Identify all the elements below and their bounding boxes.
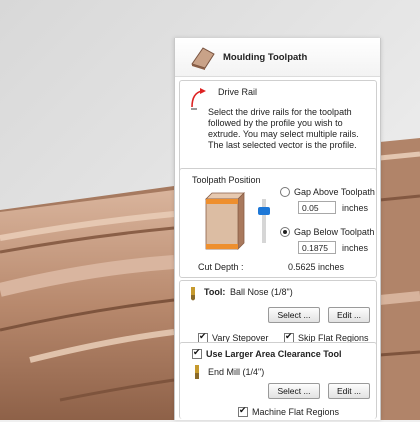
gap-below-radio[interactable] <box>280 227 290 237</box>
clearance-tool-name: End Mill (1/4") <box>208 367 265 377</box>
gap-above-units: inches <box>342 203 369 213</box>
material-block-icon <box>205 192 245 250</box>
tool-select-button[interactable]: Select ... <box>268 307 320 323</box>
gap-above-input[interactable]: 0.05 <box>298 201 336 214</box>
clearance-edit-button[interactable]: Edit ... <box>328 383 370 399</box>
cut-depth-value: 0.5625 inches <box>288 262 345 272</box>
panel-title-bar: Moulding Toolpath <box>175 38 380 77</box>
gap-below-units: inches <box>342 243 369 253</box>
larger-clearance-label: Use Larger Area Clearance Tool <box>206 349 342 359</box>
moulding-toolpath-icon <box>191 47 215 70</box>
moulding-toolpath-panel: Moulding Toolpath Drive Rail Select the … <box>174 38 381 420</box>
position-slider-handle[interactable] <box>258 207 270 215</box>
clearance-select-button[interactable]: Select ... <box>268 383 320 399</box>
drive-rail-heading: Drive Rail <box>218 87 258 97</box>
tool-edit-button[interactable]: Edit ... <box>328 307 370 323</box>
position-slider-track[interactable] <box>262 199 266 243</box>
tool-label: Tool: <box>204 287 226 297</box>
description-line: The last selected vector is the profile. <box>208 140 357 150</box>
machine-flat-regions-label: Machine Flat Regions <box>252 407 340 417</box>
description-line: extrude. You may select multiple rails. <box>208 129 359 139</box>
moulding-right <box>380 138 420 420</box>
gap-below-input[interactable]: 0.1875 <box>298 241 336 254</box>
description-line: followed by the profile you wish to <box>208 118 343 128</box>
panel-title: Moulding Toolpath <box>223 52 308 63</box>
gap-above-radio[interactable] <box>280 187 290 197</box>
toolpath-position-heading: Toolpath Position <box>192 175 261 185</box>
drive-rail-icon <box>191 88 206 110</box>
moulding-right-curve <box>379 291 420 305</box>
toolpath-position-section: Toolpath Position Gap Above Toolpath 0.0… <box>179 168 377 278</box>
gap-above-label: Gap Above Toolpath <box>294 187 375 197</box>
description-line: Select the drive rails for the toolpath <box>208 107 352 117</box>
drive-rail-description: Select the drive rails for the toolpath … <box>208 107 359 151</box>
gap-below-label: Gap Below Toolpath <box>294 227 375 237</box>
larger-clearance-checkbox[interactable] <box>192 347 202 359</box>
clearance-tool-section: Use Larger Area Clearance Tool End Mill … <box>179 342 377 419</box>
cut-depth-label: Cut Depth : <box>198 262 244 272</box>
tool-name: Ball Nose (1/8") <box>230 287 293 297</box>
machine-flat-regions-checkbox[interactable] <box>238 405 248 417</box>
ball-nose-tool-icon <box>191 287 195 301</box>
end-mill-tool-icon <box>195 365 199 379</box>
